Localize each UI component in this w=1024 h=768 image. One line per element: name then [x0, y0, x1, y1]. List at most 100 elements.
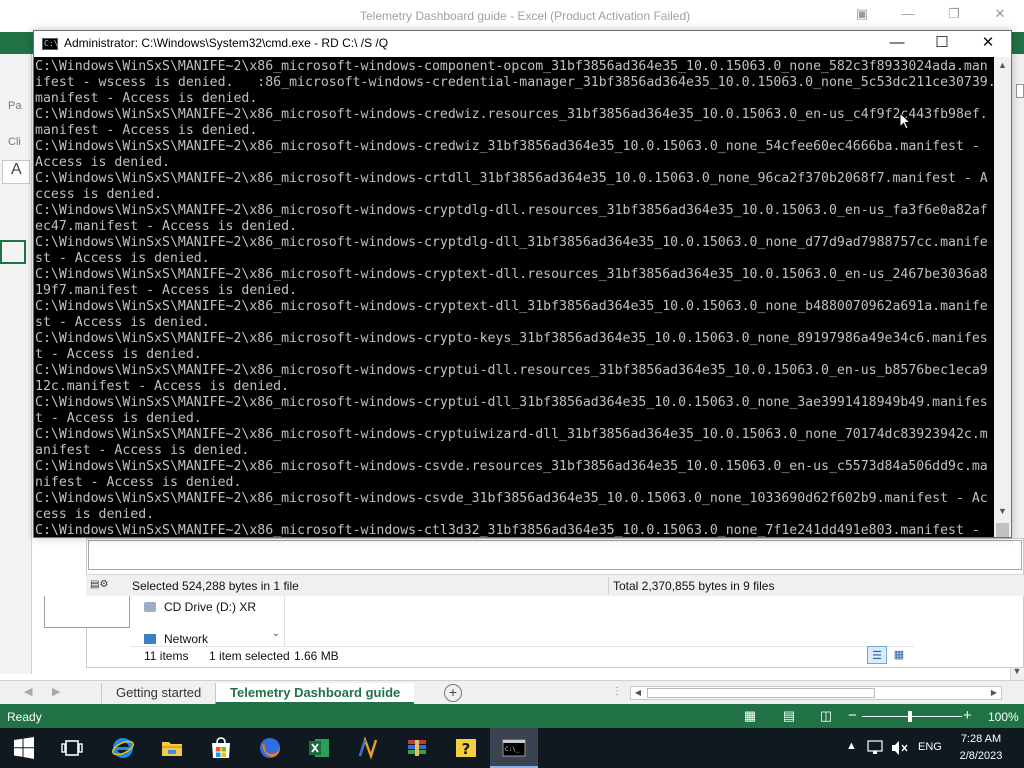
cmd-close-button[interactable]: ✕	[965, 31, 1011, 56]
nav-scroll-down-icon[interactable]: ⌄	[272, 628, 280, 639]
details-view-icon[interactable]: ☰	[867, 646, 887, 664]
scroll-up-icon[interactable]: ▲	[994, 57, 1011, 74]
firefox-button[interactable]	[246, 728, 294, 768]
font-box[interactable]: A	[2, 160, 30, 184]
internet-explorer-button[interactable]	[99, 728, 147, 768]
status-total: Total 2,370,855 bytes in 9 files	[613, 579, 775, 593]
file-explorer-icon	[162, 742, 182, 756]
excel-minimize-button[interactable]: —	[898, 6, 918, 21]
explorer-nav-pane[interactable]: CD Drive (D:) XR Network ⌄	[130, 596, 285, 646]
console-line: C:\Windows\WinSxS\MANIFE~2\x86_microsoft…	[35, 59, 988, 74]
console-line: C:\Windows\WinSxS\MANIFE~2\x86_microsoft…	[35, 363, 988, 378]
console-line: C:\Windows\WinSxS\MANIFE~2\x86_microsoft…	[35, 107, 988, 122]
svg-text:?: ?	[462, 740, 471, 758]
items-count: 11 items	[144, 649, 189, 663]
excel-close-button[interactable]: ✕	[990, 6, 1010, 22]
scroll-right-icon[interactable]: ▶	[987, 687, 1001, 699]
console-line: C:\Windows\WinSxS\MANIFE~2\x86_microsoft…	[35, 139, 980, 154]
console-line: ccess is denied.	[35, 187, 163, 202]
ribbon-checkbox[interactable]	[1016, 84, 1024, 98]
console-line: C:\Windows\WinSxS\MANIFE~2\x86_microsoft…	[35, 395, 988, 410]
scroll-thumb[interactable]	[996, 523, 1009, 537]
console-line: t - Access is denied.	[35, 411, 202, 426]
horizontal-scrollbar[interactable]: ◀ ▶	[630, 686, 1002, 700]
console-line: anifest - Access is denied.	[35, 443, 250, 458]
start-button[interactable]	[0, 728, 48, 768]
prev-sheet-icon[interactable]: ◀	[24, 685, 32, 698]
explorer-content-area	[88, 540, 1022, 570]
tab-telemetry-dashboard-guide[interactable]: Telemetry Dashboard guide	[215, 683, 415, 705]
zoom-slider-thumb[interactable]	[908, 711, 912, 722]
page-layout-view-icon[interactable]: ▤	[781, 709, 797, 723]
console-line: manifest - Access is denied.	[35, 123, 258, 138]
mouse-cursor-icon	[899, 112, 911, 130]
language-indicator[interactable]: ENG	[918, 741, 942, 768]
nav-item-network[interactable]: Network	[144, 632, 208, 646]
cmd-maximize-button[interactable]: ☐	[919, 31, 965, 56]
normal-view-icon[interactable]: ▦	[742, 709, 758, 723]
cmd-taskbar-button[interactable]: C:\_	[490, 728, 538, 768]
large-icons-view-icon[interactable]: ▦	[889, 646, 909, 664]
console-line: C:\Windows\WinSxS\MANIFE~2\x86_microsoft…	[35, 203, 988, 218]
status-divider	[608, 577, 609, 595]
console-line: C:\Windows\WinSxS\MANIFE~2\x86_microsoft…	[35, 459, 988, 474]
status-selected: Selected 524,288 bytes in 1 file	[132, 579, 299, 593]
cmd-scrollbar[interactable]: ▲ ▼	[994, 57, 1011, 537]
paste-label: Pa	[8, 100, 22, 112]
console-line: C:\Windows\WinSxS\MANIFE~2\x86_microsoft…	[35, 523, 988, 537]
zoom-in-icon[interactable]: +	[963, 708, 972, 724]
excel-window-title: Telemetry Dashboard guide - Excel (Produ…	[360, 9, 691, 23]
nav-item-label: CD Drive (D:) XR	[164, 600, 256, 614]
cmd-window[interactable]: C:\ Administrator: C:\Windows\System32\c…	[33, 30, 1012, 538]
app-n-button[interactable]	[344, 728, 392, 768]
task-view-button[interactable]	[48, 728, 96, 768]
horizontal-scroll-thumb[interactable]	[647, 688, 875, 698]
excel-icon	[309, 739, 329, 757]
items-selected: 1 item selected	[209, 649, 290, 663]
add-sheet-icon[interactable]: +	[444, 684, 462, 702]
clock[interactable]: 7:28 AM 2/8/2023	[948, 731, 1014, 765]
cmd-icon: C:\_	[502, 739, 526, 757]
ribbon-display-icon[interactable]: ▣	[852, 6, 872, 22]
excel-restore-button[interactable]: ❐	[944, 6, 964, 22]
scroll-left-icon[interactable]: ◀	[631, 687, 645, 699]
tab-splitter-icon[interactable]: ⋮	[612, 686, 622, 697]
zoom-level[interactable]: 100%	[988, 710, 1019, 724]
excel-button[interactable]	[295, 728, 343, 768]
sheet-tab-bar: ◀ ▶ Getting started Telemetry Dashboard …	[0, 680, 1024, 705]
archive-button[interactable]	[393, 728, 441, 768]
drive-icon: ▤⚙	[90, 579, 109, 590]
excel-ribbon-left-edge: Pa Cli	[0, 54, 32, 674]
console-line: st - Access is denied.	[35, 315, 210, 330]
zoom-slider-track[interactable]	[862, 716, 962, 717]
show-hidden-icons-icon[interactable]: ▲	[846, 740, 857, 768]
console-output[interactable]: C:\Windows\WinSxS\MANIFE~2\x86_microsoft…	[34, 57, 994, 537]
console-line: C:\Windows\WinSxS\MANIFE~2\x86_microsoft…	[35, 171, 988, 186]
firefox-icon	[260, 738, 280, 758]
console-line: Access is denied.	[35, 155, 170, 170]
explorer-side-pane	[44, 596, 130, 628]
scroll-down-icon[interactable]: ▼	[994, 503, 1011, 520]
archive-icon	[408, 740, 426, 756]
console-line: 19f7.manifest - Access is denied.	[35, 283, 298, 298]
file-explorer-button[interactable]	[148, 728, 196, 768]
cmd-titlebar[interactable]: C:\ Administrator: C:\Windows\System32\c…	[34, 31, 1011, 56]
console-line: manifest - Access is denied.	[35, 91, 258, 106]
windows-logo-icon	[14, 737, 34, 759]
tab-getting-started[interactable]: Getting started	[101, 683, 215, 703]
selected-cell[interactable]	[0, 240, 26, 264]
console-line: C:\Windows\WinSxS\MANIFE~2\x86_microsoft…	[35, 491, 988, 506]
clock-time: 7:28 AM	[960, 733, 1002, 745]
page-break-view-icon[interactable]: ◫	[818, 709, 834, 723]
store-button[interactable]	[197, 728, 245, 768]
cd-drive-icon	[144, 602, 156, 612]
network-tray-icon[interactable]	[867, 740, 885, 756]
volume-muted-icon[interactable]	[891, 740, 909, 756]
nav-item-cd-drive[interactable]: CD Drive (D:) XR	[144, 600, 256, 614]
zoom-out-icon[interactable]: −	[848, 708, 857, 724]
next-sheet-icon[interactable]: ▶	[52, 685, 60, 698]
help-button[interactable]: ?	[442, 728, 490, 768]
excel-titlebar: Telemetry Dashboard guide - Excel (Produ…	[0, 0, 1024, 32]
cmd-minimize-button[interactable]: —	[874, 31, 920, 56]
console-line: cess is denied.	[35, 507, 155, 522]
